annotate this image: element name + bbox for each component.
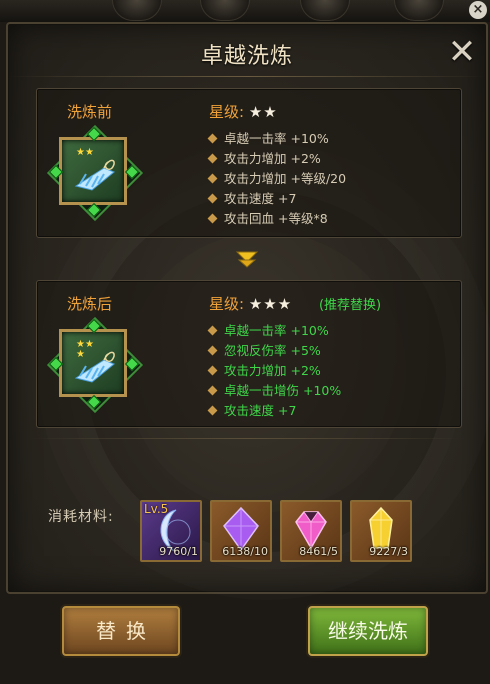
material-slot-moon[interactable]: Lv.5 9760/1 (140, 500, 202, 562)
materials-label: 消耗材料: (48, 509, 114, 525)
replace-button[interactable]: 替换 (62, 606, 180, 656)
diamond-bullet-icon (207, 133, 218, 144)
top-strip: × (0, 0, 490, 22)
hud-slot (200, 0, 250, 21)
star-rating: ★★★ (248, 295, 293, 313)
down-arrow-icon (235, 251, 259, 268)
attribute-list-after: 卓越一击率 +10% 忽视反伤率 +5% 攻击力增加 +2% 卓越一击增伤 +1… (207, 321, 341, 421)
attribute-item: 攻击力增加 +2% (207, 149, 346, 169)
recommend-tag: (推荐替换) (318, 298, 382, 313)
diamond-bullet-icon (207, 405, 218, 416)
window-close-icon[interactable]: × (469, 1, 487, 19)
diamond-bullet-icon (207, 385, 218, 396)
after-label: 洗炼后 (67, 295, 113, 313)
diamond-bullet-icon (207, 325, 218, 336)
hud-slot (300, 0, 350, 21)
material-level: Lv.5 (144, 502, 169, 516)
star-level-label: 星级: (209, 295, 245, 313)
star-level-after: 星级: ★★★ (推荐替换) (209, 293, 381, 314)
before-refine-panel: 洗炼前 ★★ 星级: ★★ 卓越一击率 +10% 攻击力增加 +2% 攻击力增加… (36, 88, 462, 238)
attribute-item: 攻击回血 +等级*8 (207, 209, 346, 229)
attribute-item: 卓越一击率 +10% (207, 321, 341, 341)
attribute-list-before: 卓越一击率 +10% 攻击力增加 +2% 攻击力增加 +等级/20 攻击速度 +… (207, 129, 346, 229)
after-refine-panel: 洗炼后 ★★ ★ 星级: ★★★ (推荐替换) 卓越一击率 +10% 忽视反伤率… (36, 280, 462, 428)
diamond-bullet-icon (207, 153, 218, 164)
diamond-bullet-icon (207, 193, 218, 204)
diamond-bullet-icon (207, 365, 218, 376)
diamond-bullet-icon (207, 213, 218, 224)
material-slot-pink-gem[interactable]: 8461/5 (280, 500, 342, 562)
equipment-slot-after[interactable]: ★★ ★ (46, 316, 144, 414)
close-icon[interactable]: ✕ (444, 34, 480, 70)
material-slot-purple-crystal[interactable]: 6138/10 (210, 500, 272, 562)
material-count: 8461/5 (299, 545, 338, 558)
attribute-item: 攻击力增加 +2% (207, 361, 341, 381)
equipment-slot-before[interactable]: ★★ (46, 124, 144, 222)
item-background: ★★ (59, 137, 127, 205)
attribute-item: 攻击速度 +7 (207, 401, 341, 421)
continue-refine-button[interactable]: 继续洗炼 (308, 606, 428, 656)
attribute-item: 忽视反伤率 +5% (207, 341, 341, 361)
wing-necklace-icon (74, 351, 115, 383)
attribute-item: 攻击速度 +7 (207, 189, 346, 209)
refine-dialog: 卓越洗炼 ✕ 洗炼前 ★★ 星级: ★★ 卓越一击率 +10% 攻击力增加 +2… (6, 22, 488, 594)
star-rating: ★★ (248, 103, 278, 121)
hud-slot (112, 0, 162, 21)
material-count: 9227/3 (369, 545, 408, 558)
attribute-item: 攻击力增加 +等级/20 (207, 169, 346, 189)
material-slot-yellow-crystal[interactable]: 9227/3 (350, 500, 412, 562)
before-label: 洗炼前 (67, 103, 113, 121)
star-level-before: 星级: ★★ (209, 101, 278, 122)
attribute-item: 卓越一击增伤 +10% (207, 381, 341, 401)
item-background: ★★ ★ (59, 329, 127, 397)
hud-slot (394, 0, 444, 21)
star-level-label: 星级: (209, 103, 245, 121)
section-divider (28, 438, 466, 439)
wing-necklace-icon (74, 159, 115, 191)
material-count: 9760/1 (159, 545, 198, 558)
diamond-bullet-icon (207, 345, 218, 356)
attribute-item: 卓越一击率 +10% (207, 129, 346, 149)
diamond-bullet-icon (207, 173, 218, 184)
dialog-title: 卓越洗炼 (200, 44, 293, 69)
material-count: 6138/10 (222, 545, 268, 558)
title-divider (8, 76, 486, 77)
